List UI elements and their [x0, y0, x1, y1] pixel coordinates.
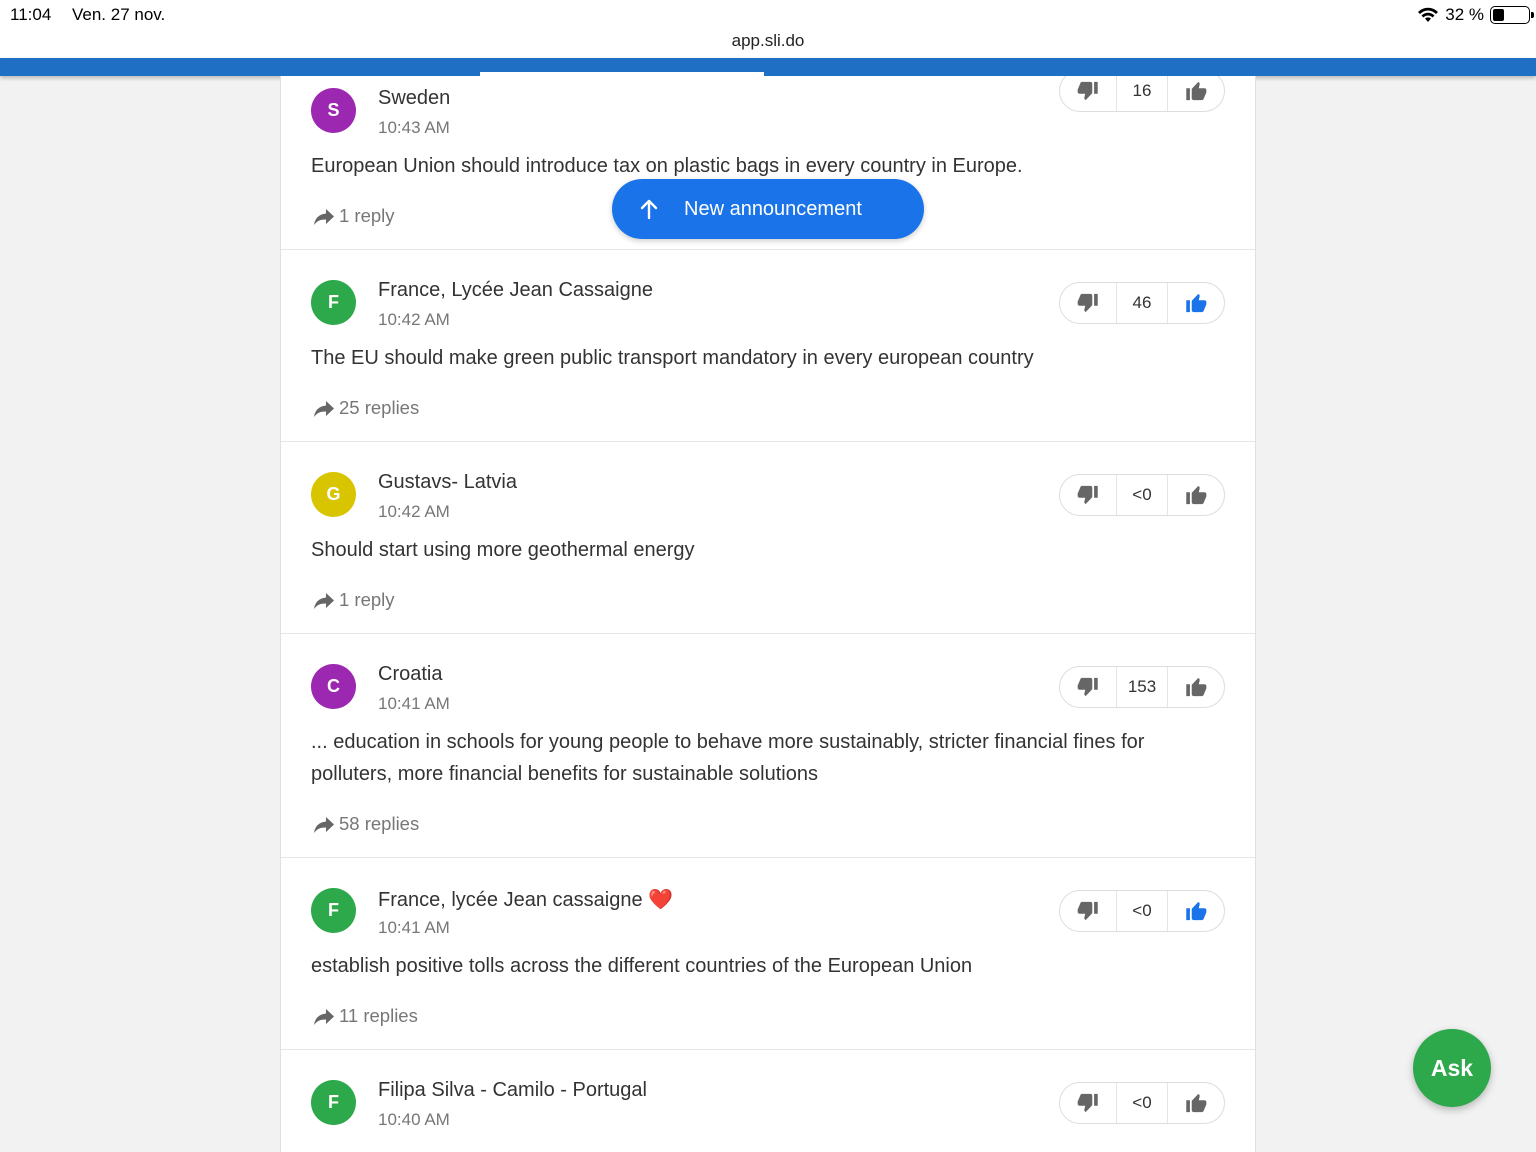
replies-link[interactable]: 58 replies — [313, 813, 419, 835]
new-announcement-button[interactable]: New announcement — [612, 179, 924, 239]
vote-count: 16 — [1116, 76, 1168, 111]
reply-arrow-icon — [314, 1009, 334, 1025]
author-name: France, lycée Jean cassaigne ❤️ — [378, 889, 674, 911]
reply-arrow-icon — [314, 209, 334, 225]
question-card: F France, lycée Jean cassaigne ❤️ 10:41 … — [281, 858, 1255, 1050]
vote-count: <0 — [1116, 1083, 1168, 1123]
timestamp: 10:41 AM — [378, 694, 450, 713]
vote-count: <0 — [1116, 475, 1168, 515]
replies-count: 58 replies — [339, 813, 420, 834]
status-date: Ven. 27 nov. — [72, 5, 166, 24]
ask-button[interactable]: Ask — [1413, 1029, 1491, 1107]
ask-label: Ask — [1430, 1054, 1474, 1081]
avatar: F — [311, 280, 356, 325]
replies-count: 1 reply — [339, 205, 395, 226]
status-right: 32 % — [1417, 5, 1534, 25]
vote-control: <0 — [1059, 1082, 1225, 1124]
question-text: Should start using more geothermal energ… — [311, 539, 695, 561]
arrow-up-icon — [640, 199, 658, 220]
timestamp: 10:42 AM — [378, 310, 450, 329]
upvote-button[interactable] — [1168, 667, 1224, 707]
battery-percent: 32 % — [1445, 5, 1484, 24]
upvote-button[interactable] — [1168, 1083, 1224, 1123]
app-header-bar — [0, 58, 1536, 76]
downvote-button[interactable] — [1060, 283, 1116, 323]
question-text: ... education in schools for young peopl… — [311, 731, 1145, 785]
question-text: The EU should make green public transpor… — [311, 347, 1034, 369]
thumbs-down-icon — [1077, 81, 1098, 101]
thumbs-up-icon — [1186, 677, 1207, 697]
vote-count: 153 — [1116, 667, 1168, 707]
downvote-button[interactable] — [1060, 667, 1116, 707]
author-name: France, Lycée Jean Cassaigne — [378, 279, 653, 301]
question-text: European Union should introduce tax on p… — [311, 155, 1023, 177]
thumbs-down-icon — [1077, 293, 1098, 313]
thumbs-down-icon — [1077, 485, 1098, 505]
timestamp: 10:40 AM — [378, 1110, 450, 1129]
downvote-button[interactable] — [1060, 475, 1116, 515]
battery-icon — [1490, 6, 1534, 24]
author-name: Sweden — [378, 87, 451, 109]
downvote-button[interactable] — [1060, 76, 1116, 111]
vote-control: <0 — [1059, 890, 1225, 932]
replies-link[interactable]: 25 replies — [313, 397, 419, 419]
upvote-button[interactable] — [1168, 283, 1224, 323]
thumbs-up-icon — [1186, 293, 1207, 313]
question-card: F Filipa Silva - Camilo - Portugal 10:40… — [281, 1050, 1255, 1152]
replies-count: 25 replies — [339, 397, 420, 418]
author-name: Filipa Silva - Camilo - Portugal — [378, 1079, 647, 1101]
replies-link[interactable]: 1 reply — [313, 589, 395, 611]
timestamp: 10:43 AM — [378, 118, 450, 137]
vote-control: 153 — [1059, 666, 1225, 708]
upvote-button[interactable] — [1168, 76, 1224, 111]
reply-arrow-icon — [314, 817, 334, 833]
thumbs-down-icon — [1077, 1093, 1098, 1113]
vote-count: 46 — [1116, 283, 1168, 323]
timestamp: 10:41 AM — [378, 918, 450, 937]
vote-control: <0 — [1059, 474, 1225, 516]
question-card: F France, Lycée Jean Cassaigne 10:42 AM … — [281, 250, 1255, 442]
author-name: Gustavs- Latvia — [378, 471, 517, 493]
url-text: app.sli.do — [731, 31, 805, 50]
author-name: Croatia — [378, 663, 443, 685]
replies-link[interactable]: 1 reply — [313, 205, 395, 227]
question-card: G Gustavs- Latvia 10:42 AM <0 Should sta… — [281, 442, 1255, 634]
address-bar[interactable]: app.sli.do — [0, 30, 1536, 58]
vote-control: 46 — [1059, 282, 1225, 324]
downvote-button[interactable] — [1060, 1083, 1116, 1123]
wifi-icon — [1418, 7, 1439, 22]
vote-count: <0 — [1116, 891, 1168, 931]
avatar: G — [311, 472, 356, 517]
replies-link[interactable]: 11 replies — [313, 1005, 418, 1027]
thumbs-up-icon — [1186, 1093, 1207, 1113]
downvote-button[interactable] — [1060, 891, 1116, 931]
replies-count: 1 reply — [339, 589, 395, 610]
upvote-button[interactable] — [1168, 475, 1224, 515]
reply-arrow-icon — [314, 593, 334, 609]
replies-count: 11 replies — [339, 1005, 418, 1026]
avatar: S — [311, 88, 356, 133]
status-bar: 11:04 Ven. 27 nov. 32 % — [0, 0, 1536, 30]
thumbs-up-icon — [1186, 485, 1207, 505]
avatar: F — [311, 1080, 356, 1125]
question-text: establish positive tolls across the diff… — [311, 955, 973, 977]
timestamp: 10:42 AM — [378, 502, 450, 521]
vote-control: 16 — [1059, 76, 1225, 112]
reply-arrow-icon — [314, 401, 334, 417]
question-card: C Croatia 10:41 AM 153 ... education in … — [281, 634, 1255, 858]
thumbs-down-icon — [1077, 677, 1098, 697]
thumbs-up-icon — [1186, 81, 1207, 101]
status-time: 11:04 — [10, 5, 52, 24]
announcement-label: New announcement — [684, 197, 862, 220]
avatar: F — [311, 888, 356, 933]
avatar: C — [311, 664, 356, 709]
upvote-button[interactable] — [1168, 891, 1224, 931]
thumbs-up-icon — [1186, 901, 1207, 921]
thumbs-down-icon — [1077, 901, 1098, 921]
